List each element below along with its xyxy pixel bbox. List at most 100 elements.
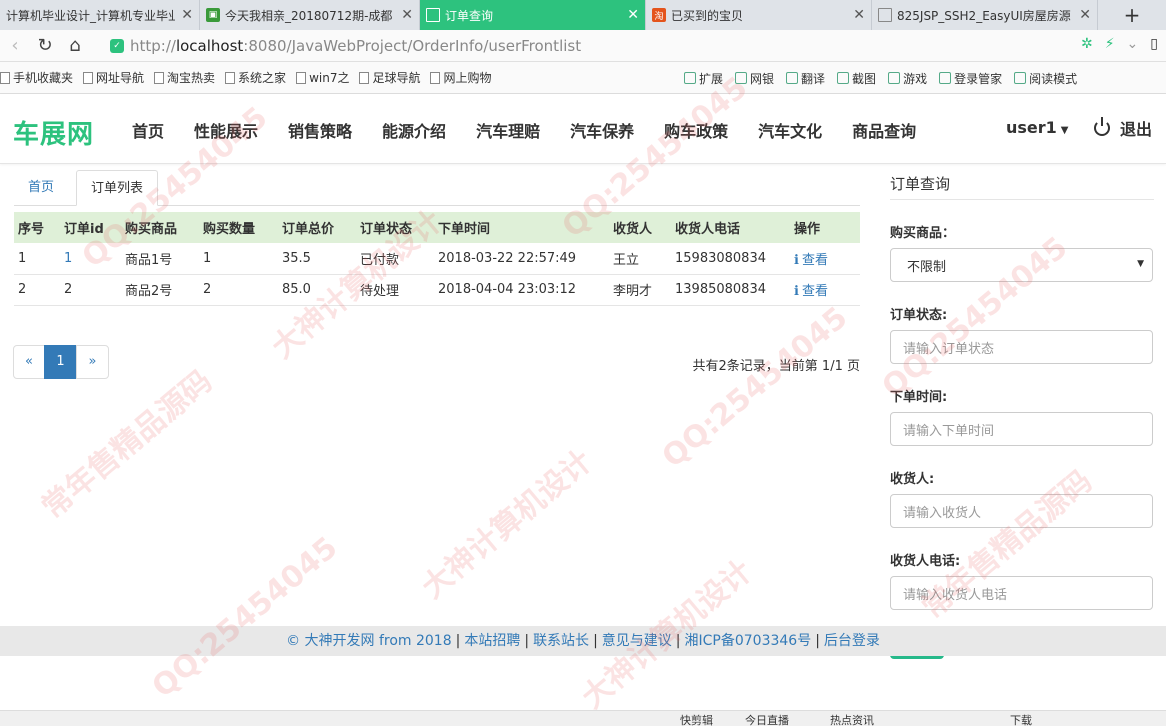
status-download[interactable]: 下载 xyxy=(1010,712,1032,726)
prev-page-button[interactable]: « xyxy=(13,345,45,379)
bookmark-item[interactable]: 网上购物 xyxy=(430,69,491,86)
table-header-row: 序号 订单id 购买商品 购买数量 订单总价 订单状态 下单时间 收货人 收货人… xyxy=(14,212,860,243)
grid-icon xyxy=(684,72,696,84)
footer-link-feedback[interactable]: 意见与建议 xyxy=(602,633,672,649)
nav-item-home[interactable]: 首页 xyxy=(132,118,164,142)
bookmark-icon xyxy=(359,71,370,84)
close-icon[interactable]: ✕ xyxy=(853,7,865,23)
bookmark-item[interactable]: 足球导航 xyxy=(359,69,420,86)
nav-item-performance[interactable]: 性能展示 xyxy=(194,118,258,142)
bookmark-icon xyxy=(154,71,165,84)
col-action: 操作 xyxy=(790,212,860,243)
bookmark-item[interactable]: 手机收藏夹 xyxy=(0,69,73,86)
bank-button[interactable]: 网银 xyxy=(735,70,774,87)
site-logo[interactable]: 车展网 xyxy=(13,114,94,151)
view-link[interactable]: ℹ 查看 xyxy=(794,284,828,299)
nav-item-culture[interactable]: 汽车文化 xyxy=(758,118,822,142)
status-input[interactable]: 请输入订单状态 xyxy=(890,330,1153,364)
mobile-icon[interactable]: ▯ xyxy=(1150,36,1158,52)
view-link[interactable]: ℹ 查看 xyxy=(794,253,828,268)
scissors-icon xyxy=(837,72,850,84)
browser-tab-5[interactable]: 825JSP_SSH2_EasyUI房屋房源 ✕ xyxy=(872,0,1098,30)
copyright: © 大神开发网 from 2018 xyxy=(286,633,452,649)
toolbar-right: 扩展 网银 翻译 截图 游戏 登录管家 阅读模式 xyxy=(684,62,1077,94)
lightning-icon[interactable]: ⚡ xyxy=(1105,36,1115,52)
close-icon[interactable]: ✕ xyxy=(181,7,193,23)
nav-item-energy[interactable]: 能源介绍 xyxy=(382,118,446,142)
col-no: 序号 xyxy=(14,212,60,243)
browser-tab-bar: 计算机毕业设计_计算机专业毕业 ✕ ▣ 今天我相亲_20180712期-成都 ✕… xyxy=(0,0,1166,30)
tv-icon: ▣ xyxy=(206,8,220,22)
bank-icon xyxy=(735,72,748,84)
bookmarks-bar: 手机收藏夹 网址导航 淘宝热卖 系统之家 win7之 足球导航 网上购物 扩展 … xyxy=(0,62,1166,94)
table-row: 1 1 商品1号 1 35.5 已付款 2018-03-22 22:57:49 … xyxy=(14,243,860,275)
content-tabs: 首页 订单列表 xyxy=(14,166,860,206)
status-live[interactable]: 今日直播 xyxy=(745,712,789,726)
col-phone: 收货人电话 xyxy=(671,212,790,243)
status-label: 订单状态: xyxy=(890,308,948,323)
new-tab-button[interactable]: + xyxy=(1098,0,1166,30)
back-icon[interactable]: ‹ xyxy=(0,35,30,56)
bookmark-item[interactable]: win7之 xyxy=(296,69,349,86)
nav-item-sales[interactable]: 销售策略 xyxy=(288,118,352,142)
orders-table: 序号 订单id 购买商品 购买数量 订单总价 订单状态 下单时间 收货人 收货人… xyxy=(14,212,860,306)
panel-title: 订单查询 xyxy=(890,166,1154,200)
browser-tab-3[interactable]: 订单查询 ✕ xyxy=(420,0,646,30)
watermark: 大神计算机设计 xyxy=(415,443,599,606)
home-icon[interactable]: ⌂ xyxy=(60,35,90,56)
address-bar: ‹ ↻ ⌂ ✓ http://localhost:8080/JavaWebPro… xyxy=(0,30,1166,62)
watermark: QQ:25454045 xyxy=(655,300,855,475)
shield-icon: ✓ xyxy=(110,39,124,53)
user-menu[interactable]: user1 ▼ xyxy=(1006,118,1069,137)
login-manager-button[interactable]: 登录管家 xyxy=(939,70,1002,87)
phone-input[interactable]: 请输入收货人电话 xyxy=(890,576,1153,610)
search-panel: 订单查询 购买商品： 不限制 ▼ 订单状态: 请输入订单状态 下单时间: 请输入… xyxy=(890,166,1154,659)
footer-link-admin[interactable]: 后台登录 xyxy=(824,633,880,649)
reading-mode-button[interactable]: 阅读模式 xyxy=(1014,70,1077,87)
browser-tab-1[interactable]: 计算机毕业设计_计算机专业毕业 ✕ xyxy=(0,0,200,30)
nav-item-maintenance[interactable]: 汽车保养 xyxy=(570,118,634,142)
nav-item-products[interactable]: 商品查询 xyxy=(852,118,916,142)
footer-link-contact[interactable]: 联系站长 xyxy=(533,633,589,649)
col-order-id: 订单id xyxy=(60,212,121,243)
bookmark-item[interactable]: 网址导航 xyxy=(83,69,144,86)
status-news[interactable]: 热点资讯 xyxy=(830,712,874,726)
info-icon: ℹ xyxy=(794,252,799,268)
col-receiver: 收货人 xyxy=(609,212,671,243)
col-qty: 购买数量 xyxy=(199,212,278,243)
speedup-icon[interactable]: ✲ xyxy=(1081,36,1093,52)
footer-link-jobs[interactable]: 本站招聘 xyxy=(464,633,520,649)
nav-item-policy[interactable]: 购车政策 xyxy=(664,118,728,142)
games-button[interactable]: 游戏 xyxy=(888,70,927,87)
gamepad-icon xyxy=(888,72,901,84)
browser-tab-4[interactable]: 淘 已买到的宝贝 ✕ xyxy=(646,0,872,30)
tab-home[interactable]: 首页 xyxy=(14,170,68,206)
footer-link-icp[interactable]: 湘ICP备0703346号 xyxy=(685,633,812,649)
caret-down-icon: ▼ xyxy=(1060,125,1069,136)
extensions-button[interactable]: 扩展 xyxy=(684,70,723,87)
next-page-button[interactable]: » xyxy=(76,345,109,379)
tab-order-list[interactable]: 订单列表 xyxy=(76,170,159,206)
logout-button[interactable]: 退出 xyxy=(1094,116,1152,140)
url-field[interactable]: ✓ http://localhost:8080/JavaWebProject/O… xyxy=(110,34,1100,58)
close-icon[interactable]: ✕ xyxy=(401,7,413,23)
chevron-down-icon[interactable]: ⌄ xyxy=(1127,36,1139,52)
product-select[interactable]: 不限制 ▼ xyxy=(890,248,1153,282)
bookmark-item[interactable]: 系统之家 xyxy=(225,69,286,86)
close-icon[interactable]: ✕ xyxy=(627,7,639,23)
translate-button[interactable]: 翻译 xyxy=(786,70,825,87)
receiver-input[interactable]: 请输入收货人 xyxy=(890,494,1153,528)
page-icon xyxy=(878,8,892,22)
screenshot-button[interactable]: 截图 xyxy=(837,70,876,87)
bookmark-item[interactable]: 淘宝热卖 xyxy=(154,69,215,86)
close-icon[interactable]: ✕ xyxy=(1079,7,1091,23)
nav-item-claims[interactable]: 汽车理赔 xyxy=(476,118,540,142)
table-row: 2 2 商品2号 2 85.0 待处理 2018-04-04 23:03:12 … xyxy=(14,274,860,306)
reload-icon[interactable]: ↻ xyxy=(30,35,60,56)
status-quickcut[interactable]: 快剪辑 xyxy=(680,712,713,726)
page-1-button[interactable]: 1 xyxy=(44,345,77,379)
key-icon xyxy=(939,72,952,84)
time-input[interactable]: 请输入下单时间 xyxy=(890,412,1153,446)
browser-tab-2[interactable]: ▣ 今天我相亲_20180712期-成都 ✕ xyxy=(200,0,420,30)
site-footer: © 大神开发网 from 2018 | 本站招聘 | 联系站长 | 意见与建议 | 湘ICP备0… xyxy=(0,626,1166,656)
